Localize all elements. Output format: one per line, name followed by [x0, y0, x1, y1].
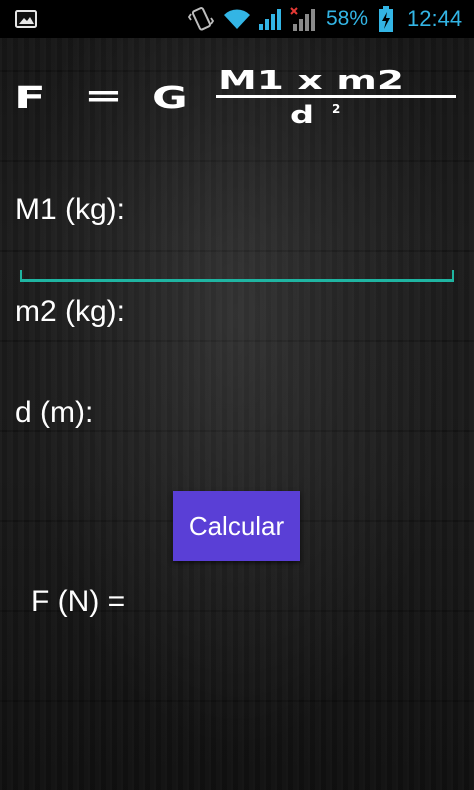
m1-input-focus-underline [20, 270, 454, 282]
gallery-icon [15, 0, 37, 38]
distance-input[interactable] [150, 393, 454, 439]
formula-equals: = [84, 79, 123, 114]
gravitation-formula: F = G M1 x m2 d 2 [0, 38, 474, 138]
vibrate-icon [188, 0, 214, 38]
battery-charging-icon [378, 0, 394, 38]
formula-numerator: M1 x m2 [218, 66, 405, 96]
signal-no-data-icon [290, 0, 320, 38]
wifi-icon [222, 0, 252, 38]
m1-input[interactable] [150, 190, 454, 236]
fraction-bar [216, 95, 456, 98]
battery-percent: 58% [326, 7, 369, 30]
status-bar: 58% 12:44 [0, 0, 474, 38]
distance-label: d (m): [15, 396, 94, 429]
clock: 12:44 [407, 6, 463, 31]
formula-g: G [152, 81, 188, 116]
signal-icon [258, 0, 286, 38]
app-screen: 58% 12:44 F = G M1 x m2 d 2 M1 (kg): m2 … [0, 0, 474, 790]
formula-f: F [14, 81, 46, 116]
calculate-button[interactable]: Calcular [173, 491, 300, 561]
formula-denominator: d [290, 101, 315, 129]
m1-label: M1 (kg): [15, 193, 126, 226]
formula-exponent: 2 [332, 102, 341, 116]
m2-input[interactable] [150, 292, 454, 338]
force-result-label: F (N) = [31, 585, 126, 618]
m2-label: m2 (kg): [15, 295, 126, 328]
